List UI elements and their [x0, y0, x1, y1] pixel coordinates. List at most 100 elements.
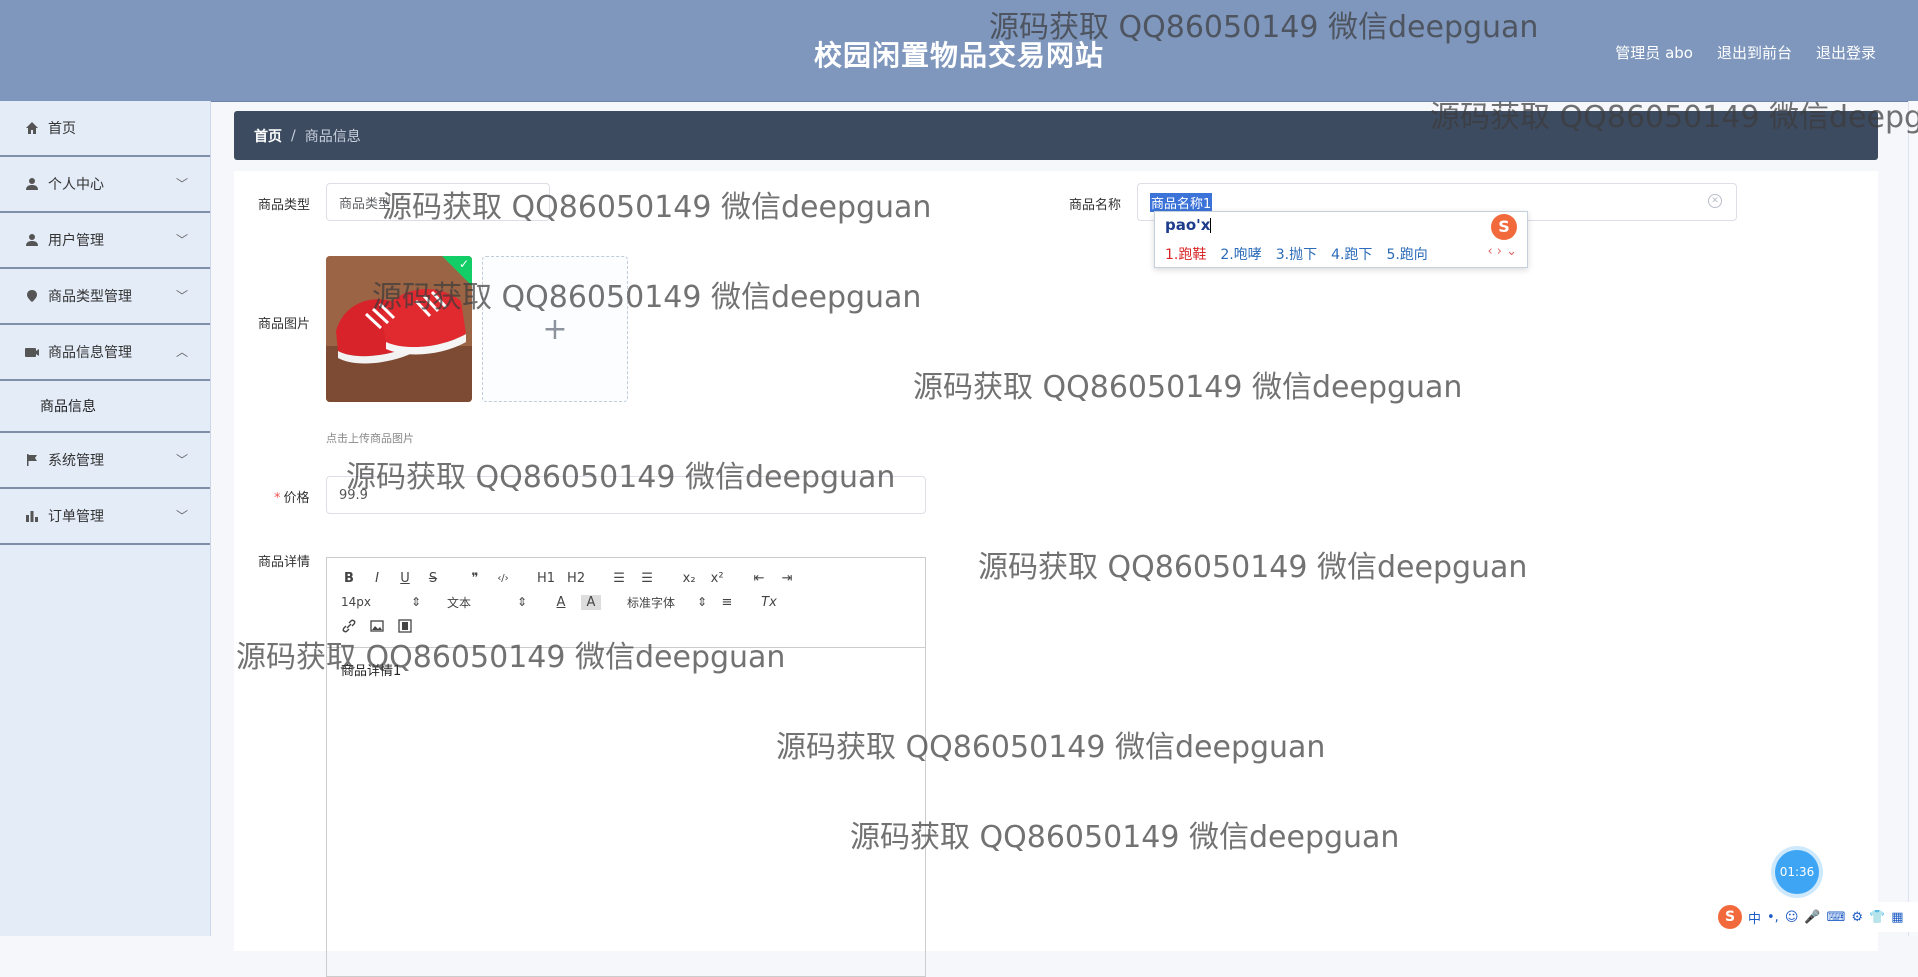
ime-candidate-popup: pao'x S 1.跑鞋 2.咆哮 3.抛下 4.跑下 5.跑向 ‹ › ⌄ [1154, 211, 1528, 268]
h2-button[interactable]: H2 [567, 571, 585, 586]
chevron-down-icon: ﹀ [175, 289, 188, 303]
align-button[interactable]: ≡ [719, 595, 735, 610]
price-input[interactable]: 99.9 [326, 476, 926, 514]
user-icon [24, 176, 40, 192]
sidebar-item-label: 商品信息 [40, 399, 96, 415]
type-select-value: 商品类型 [339, 196, 392, 212]
subscript-button[interactable]: x₂ [681, 571, 697, 586]
plus-icon: + [542, 311, 568, 347]
sidebar-subitem-product-info[interactable]: 商品信息 [0, 381, 210, 433]
ime-candidate[interactable]: 5.跑向 [1386, 244, 1427, 264]
sidebar: 首页 个人中心 ﹀ 用户管理 ﹀ 商品类型管理 ﹀ 商品信息管理 ︿ 商品信息 [0, 101, 211, 936]
breadcrumb: 首页 / 商品信息 [234, 111, 1878, 160]
sidebar-item-order-management[interactable]: 订单管理 ﹀ [0, 489, 210, 545]
format-value: 文本 [447, 595, 472, 610]
required-marker: * [274, 491, 281, 506]
select-arrows-icon: ⇕ [696, 595, 707, 609]
timer-badge[interactable]: 01:36 [1775, 850, 1819, 894]
breadcrumb-home[interactable]: 首页 [254, 126, 282, 146]
product-image[interactable]: ✓ [326, 256, 472, 402]
link-icon[interactable] [341, 619, 357, 633]
sogou-logo-icon[interactable]: S [1718, 905, 1742, 929]
font-family-value: 标准字体 [627, 595, 676, 610]
sidebar-item-label: 首页 [48, 121, 76, 137]
strike-button[interactable]: S [425, 571, 441, 586]
font-size-select[interactable]: 14px ⇕ [341, 595, 421, 609]
sidebar-item-home[interactable]: 首页 [0, 101, 210, 157]
format-select[interactable]: 文本 ⇕ [447, 594, 527, 611]
ime-input-text: pao'x [1165, 216, 1211, 234]
grid-icon[interactable]: ▦ [1891, 910, 1903, 925]
ime-status-bar: S 中 •, ☺ 🎤 ⌨ ⚙ 👕 ▦ [1712, 902, 1918, 932]
settings-icon[interactable]: ⚙ [1851, 910, 1863, 925]
ime-candidate[interactable]: 3.抛下 [1276, 244, 1317, 264]
location-icon [24, 288, 40, 304]
price-label: * 价格 [274, 487, 310, 506]
sidebar-item-user-management[interactable]: 用户管理 ﹀ [0, 213, 210, 269]
bullet-list-button[interactable]: ☰ [639, 571, 655, 586]
image-label: 商品图片 [258, 317, 311, 332]
ime-input: pao'x [1165, 216, 1212, 234]
ime-candidate[interactable]: 1.跑鞋 [1165, 244, 1206, 264]
ime-candidate[interactable]: 4.跑下 [1331, 244, 1372, 264]
clear-format-button[interactable]: Tx [761, 595, 777, 610]
bold-button[interactable]: B [341, 571, 357, 586]
admin-label: 管理员 abo [1615, 44, 1693, 62]
header-links: 管理员 abo 退出到前台 退出登录 [1615, 42, 1876, 63]
logout-link[interactable]: 退出登录 [1816, 42, 1876, 63]
breadcrumb-separator: / [291, 127, 296, 144]
ime-candidate[interactable]: 2.咆哮 [1220, 244, 1261, 264]
page-scrollbar[interactable] [1908, 101, 1918, 936]
indent-button[interactable]: ⇥ [779, 571, 795, 586]
code-button[interactable]: ‹/› [495, 573, 511, 584]
chevron-down-icon: ﹀ [175, 177, 188, 191]
microphone-icon[interactable]: 🎤 [1804, 910, 1820, 925]
type-select[interactable]: 商品类型 [326, 183, 550, 221]
skin-icon[interactable]: 👕 [1869, 910, 1885, 925]
editor-content[interactable]: 商品详情1 [327, 648, 925, 691]
check-icon: ✓ [458, 257, 469, 271]
top-header: 校园闲置物品交易网站 管理员 abo 退出到前台 退出登录 [0, 0, 1918, 102]
image-icon[interactable] [369, 619, 385, 633]
name-label: 商品名称 [1069, 198, 1122, 213]
quote-button[interactable]: ❞ [467, 571, 483, 586]
name-input-value: 商品名称1 [1150, 192, 1213, 212]
superscript-button[interactable]: x² [709, 571, 725, 586]
rich-text-editor: B I U S ❞ ‹/› H1 H2 ☰ ☰ x₂ x² ⇤ ⇥ 14px ⇕ [326, 557, 926, 977]
sidebar-item-label: 订单管理 [48, 509, 104, 525]
sidebar-item-product-info-management[interactable]: 商品信息管理 ︿ [0, 325, 210, 381]
sidebar-item-personal-center[interactable]: 个人中心 ﹀ [0, 157, 210, 213]
italic-button[interactable]: I [369, 571, 385, 586]
chevron-down-icon: ﹀ [175, 233, 188, 247]
underline-button[interactable]: U [397, 571, 413, 586]
breadcrumb-current: 商品信息 [304, 128, 361, 145]
sidebar-item-system-management[interactable]: 系统管理 ﹀ [0, 433, 210, 489]
select-arrows-icon: ⇕ [516, 595, 527, 609]
background-color-button[interactable]: A [581, 594, 601, 610]
type-label: 商品类型 [258, 198, 311, 213]
sidebar-item-label: 商品信息管理 [48, 345, 132, 361]
ime-candidates: 1.跑鞋 2.咆哮 3.抛下 4.跑下 5.跑向 [1165, 244, 1428, 264]
ordered-list-button[interactable]: ☰ [611, 571, 627, 586]
clear-icon[interactable]: ✕ [1708, 194, 1722, 208]
ime-punct-toggle[interactable]: •, [1767, 910, 1779, 925]
editor-toolbar: B I U S ❞ ‹/› H1 H2 ☰ ☰ x₂ x² ⇤ ⇥ 14px ⇕ [327, 558, 925, 648]
sidebar-item-label: 系统管理 [48, 453, 104, 469]
keyboard-icon[interactable]: ⌨ [1827, 910, 1846, 925]
font-size-value: 14px [341, 595, 371, 609]
main-content: 首页 / 商品信息 商品类型 商品类型 商品名称 商品名称1 ✕ 商品图片 ✓ … [234, 111, 1878, 977]
font-family-select[interactable]: 标准字体 ⇕ [627, 594, 707, 611]
upload-hint: 点击上传商品图片 [326, 432, 414, 445]
h1-button[interactable]: H1 [537, 571, 555, 586]
ime-mode-toggle[interactable]: 中 [1748, 908, 1761, 927]
sidebar-item-product-type-management[interactable]: 商品类型管理 ﹀ [0, 269, 210, 325]
video-icon[interactable] [397, 619, 413, 633]
ime-page-nav[interactable]: ‹ › ⌄ [1487, 244, 1517, 259]
emoji-icon[interactable]: ☺ [1785, 910, 1799, 925]
sidebar-item-label: 个人中心 [48, 177, 104, 193]
camera-icon [24, 344, 40, 360]
text-color-button[interactable]: A [553, 595, 569, 610]
outdent-button[interactable]: ⇤ [751, 571, 767, 586]
upload-button[interactable]: + [482, 256, 628, 402]
to-front-link[interactable]: 退出到前台 [1717, 42, 1792, 63]
